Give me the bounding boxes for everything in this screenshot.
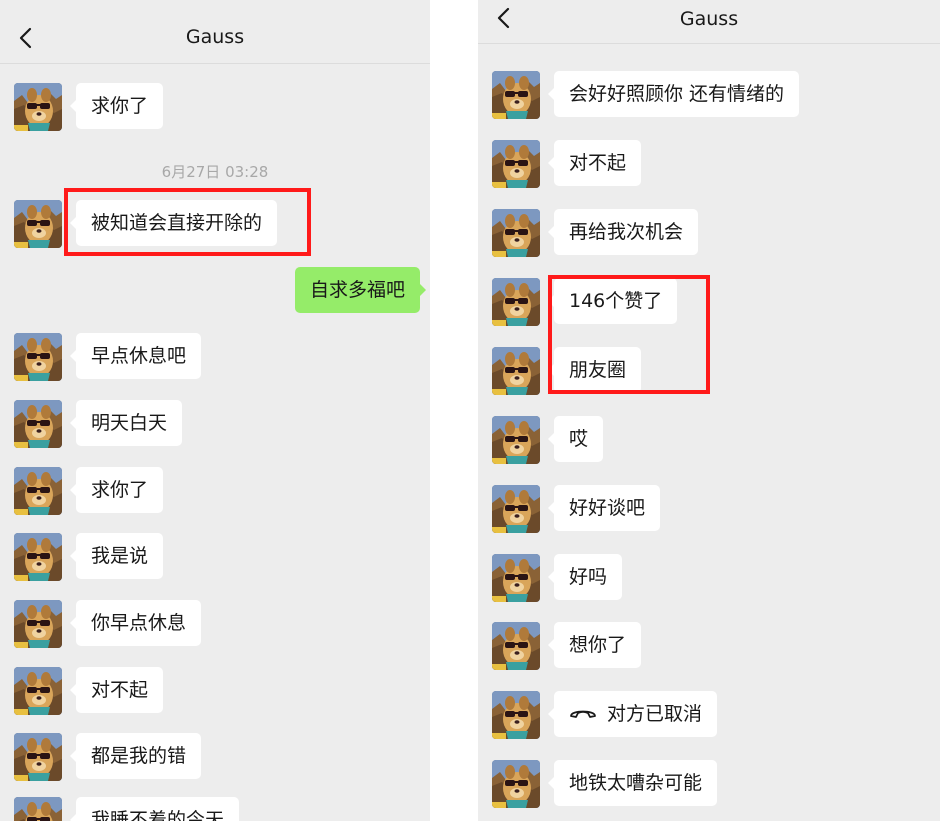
dog-avatar-icon[interactable] [14,83,62,131]
dog-avatar-icon[interactable] [14,467,62,515]
chat-title: Gauss [679,8,739,30]
incoming-message[interactable]: 会好好照顾你 还有情绪的 [547,71,800,117]
incoming-message[interactable]: 你早点休息 [69,600,202,646]
incoming-message[interactable]: 明天白天 [69,400,183,446]
message-timestamp: 6月27日 03:28 [161,163,269,181]
outgoing-message[interactable]: 自求多福吧 [294,267,427,313]
incoming-message[interactable]: 早点休息吧 [69,333,202,379]
incoming-message[interactable]: 被知道会直接开除的 [69,200,278,246]
dog-avatar-icon[interactable] [14,733,62,781]
dog-avatar-icon[interactable] [492,622,540,670]
incoming-message[interactable]: 求你了 [69,83,164,129]
dog-avatar-icon[interactable] [492,485,540,533]
dog-avatar-icon[interactable] [492,760,540,808]
incoming-message[interactable]: 都是我的错 [69,733,202,779]
incoming-message[interactable]: 好吗 [547,554,623,600]
dog-avatar-icon[interactable] [14,400,62,448]
incoming-message[interactable]: 想你了 [547,622,642,668]
dog-avatar-icon[interactable] [14,667,62,715]
phone-hangup-icon [570,710,596,718]
incoming-message[interactable]: 我是说 [69,533,164,579]
incoming-message[interactable]: 我睡不着的今天 [69,797,240,821]
incoming-message[interactable]: 好好谈吧 [547,485,661,531]
chat-header: Gauss [0,0,430,64]
incoming-message[interactable]: 再给我次机会 [547,209,699,255]
incoming-message[interactable]: 地铁太嘈杂可能 [547,760,718,806]
call-status-text: 对方已取消 [607,703,703,725]
call-cancelled-message[interactable]: 对方已取消 [547,691,718,737]
chat-header: Gauss [478,0,940,44]
chat-window-left: Gauss 求你了 6月27日 03:28 被知道会直接开除的 自求多福吧 早点… [0,0,430,821]
incoming-message[interactable]: 哎 [547,416,604,462]
dog-avatar-icon[interactable] [14,797,62,821]
dog-avatar-icon[interactable] [492,71,540,119]
dog-avatar-icon[interactable] [14,333,62,381]
dog-avatar-icon[interactable] [14,600,62,648]
incoming-message[interactable]: 146个赞了 [547,278,678,324]
incoming-message[interactable]: 对不起 [69,667,164,713]
incoming-message[interactable]: 求你了 [69,467,164,513]
dog-avatar-icon[interactable] [492,691,540,739]
dog-avatar-icon[interactable] [14,533,62,581]
dog-avatar-icon[interactable] [492,347,540,395]
incoming-message[interactable]: 对不起 [547,140,642,186]
chat-window-right: Gauss 会好好照顾你 还有情绪的 对不起 再给我次机会 146个赞了 朋友圈… [478,0,940,821]
dog-avatar-icon[interactable] [492,554,540,602]
incoming-message[interactable]: 朋友圈 [547,347,642,393]
dog-avatar-icon[interactable] [492,416,540,464]
dog-avatar-icon[interactable] [492,140,540,188]
dog-avatar-icon[interactable] [492,209,540,257]
dog-avatar-icon[interactable] [14,200,62,248]
chat-title: Gauss [185,26,245,48]
dog-avatar-icon[interactable] [492,278,540,326]
